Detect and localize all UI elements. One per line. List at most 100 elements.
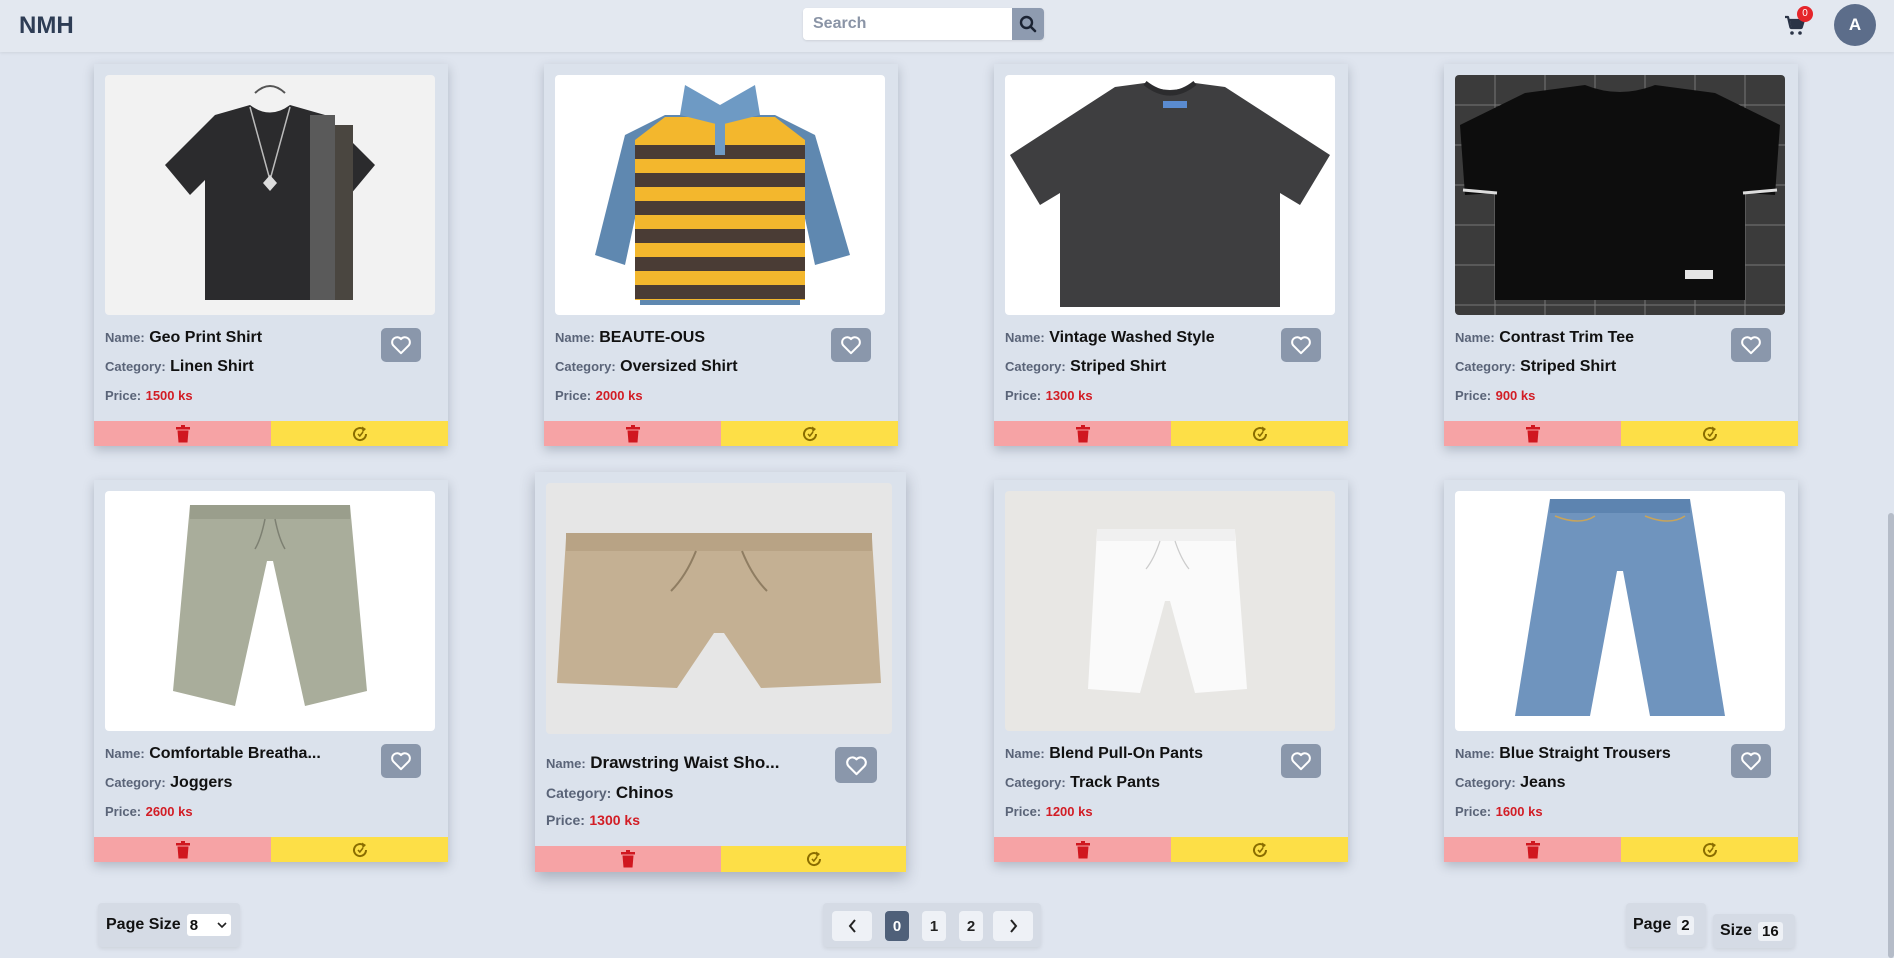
search-bar — [803, 8, 1044, 40]
price-label: Price: — [105, 804, 142, 819]
product-price: 1300 ks — [589, 812, 640, 828]
price-label: Price: — [1455, 388, 1492, 403]
product-card: Name: Vintage Washed Style Category: Str… — [994, 64, 1348, 446]
category-label: Category: — [546, 785, 612, 801]
trash-icon — [175, 840, 190, 858]
price-label: Price: — [1005, 804, 1042, 819]
product-price: 900 ks — [1495, 388, 1536, 403]
product-category: Linen Shirt — [170, 358, 254, 375]
product-image — [555, 75, 885, 315]
delete-button[interactable] — [94, 837, 271, 862]
refresh-icon — [806, 851, 821, 867]
washed-tshirt-image — [1010, 80, 1330, 307]
refresh-icon — [1252, 842, 1267, 857]
update-button[interactable] — [1621, 837, 1798, 862]
trash-icon — [1075, 424, 1090, 442]
page-size-select[interactable]: 8 — [186, 914, 231, 936]
product-price: 1600 ks — [1495, 804, 1543, 819]
product-name: Blend Pull-On Pants — [1049, 745, 1203, 762]
refresh-icon — [1702, 842, 1717, 857]
search-input[interactable] — [803, 8, 1012, 40]
product-card: Name: Blend Pull-On Pants Category: Trac… — [994, 480, 1348, 862]
cart-button[interactable]: 0 — [1783, 6, 1813, 40]
price-label: Price: — [555, 388, 592, 403]
product-category: Striped Shirt — [1520, 358, 1617, 375]
trash-icon — [175, 424, 190, 442]
price-label: Price: — [1455, 804, 1492, 819]
cart-count-badge: 0 — [1797, 6, 1813, 22]
product-name: Geo Print Shirt — [149, 329, 263, 346]
product-name: Drawstring Waist Sho... — [590, 753, 780, 772]
name-label: Name: — [105, 746, 145, 761]
delete-button[interactable] — [1444, 837, 1621, 862]
product-card: Name: Comfortable Breatha... Category: J… — [94, 480, 448, 862]
update-button[interactable] — [721, 846, 906, 872]
name-label: Name: — [1455, 746, 1495, 761]
update-button[interactable] — [1621, 421, 1798, 446]
search-icon — [1019, 15, 1037, 33]
product-name: Blue Straight Trousers — [1499, 745, 1671, 762]
next-page-button[interactable] — [993, 911, 1033, 941]
price-label: Price: — [546, 812, 585, 828]
product-card: Name: Contrast Trim Tee Category: Stripe… — [1444, 64, 1798, 446]
page-scrollbar[interactable] — [1888, 513, 1894, 958]
heart-icon — [391, 336, 411, 355]
product-image — [546, 483, 892, 734]
product-image — [1005, 491, 1335, 731]
top-navbar: NMH 0 A — [0, 0, 1894, 52]
product-image — [1455, 75, 1785, 315]
category-label: Category: — [105, 775, 166, 790]
heart-icon — [391, 752, 411, 771]
delete-button[interactable] — [994, 421, 1171, 446]
price-label: Price: — [1005, 388, 1042, 403]
update-button[interactable] — [271, 421, 448, 446]
page-button-1[interactable]: 1 — [922, 911, 946, 941]
product-price: 1300 ks — [1045, 388, 1093, 403]
category-label: Category: — [1455, 775, 1516, 790]
delete-button[interactable] — [544, 421, 721, 446]
favorite-button[interactable] — [1281, 328, 1321, 362]
favorite-button[interactable] — [831, 328, 871, 362]
white-pull-on-shorts-image — [1088, 529, 1247, 693]
delete-button[interactable] — [535, 846, 721, 872]
favorite-button[interactable] — [1731, 744, 1771, 778]
brand-logo[interactable]: NMH — [19, 12, 74, 40]
favorite-button[interactable] — [1731, 328, 1771, 362]
product-category: Striped Shirt — [1070, 358, 1167, 375]
delete-button[interactable] — [994, 837, 1171, 862]
avatar[interactable]: A — [1834, 4, 1876, 46]
category-label: Category: — [1005, 775, 1066, 790]
product-category: Oversized Shirt — [620, 358, 738, 375]
chevron-right-icon — [1009, 919, 1017, 933]
product-name: BEAUTE-OUS — [599, 329, 705, 346]
drawstring-shorts-image — [557, 533, 881, 688]
prev-page-button[interactable] — [832, 911, 872, 941]
favorite-button[interactable] — [381, 328, 421, 362]
delete-button[interactable] — [1444, 421, 1621, 446]
refresh-icon — [1252, 426, 1267, 441]
favorite-button[interactable] — [1281, 744, 1321, 778]
search-button[interactable] — [1012, 8, 1044, 40]
refresh-icon — [352, 426, 367, 441]
update-button[interactable] — [271, 837, 448, 862]
blue-jeans-image — [1515, 499, 1725, 716]
page-button-2[interactable]: 2 — [959, 911, 983, 941]
product-card: Name: Blue Straight Trousers Category: J… — [1444, 480, 1798, 862]
name-label: Name: — [105, 330, 145, 345]
name-label: Name: — [555, 330, 595, 345]
update-button[interactable] — [1171, 837, 1348, 862]
update-button[interactable] — [721, 421, 898, 446]
name-label: Name: — [1005, 746, 1045, 761]
page-button-0[interactable]: 0 — [885, 911, 909, 941]
refresh-icon — [1702, 426, 1717, 441]
update-button[interactable] — [1171, 421, 1348, 446]
favorite-button[interactable] — [381, 744, 421, 778]
heart-icon — [1741, 336, 1761, 355]
favorite-button[interactable] — [835, 747, 877, 783]
product-price: 1500 ks — [145, 388, 193, 403]
product-name: Vintage Washed Style — [1049, 329, 1215, 346]
trash-icon — [1525, 424, 1540, 442]
delete-button[interactable] — [94, 421, 271, 446]
product-category: Chinos — [615, 783, 674, 802]
page-size-control: Page Size 8 — [98, 903, 240, 947]
